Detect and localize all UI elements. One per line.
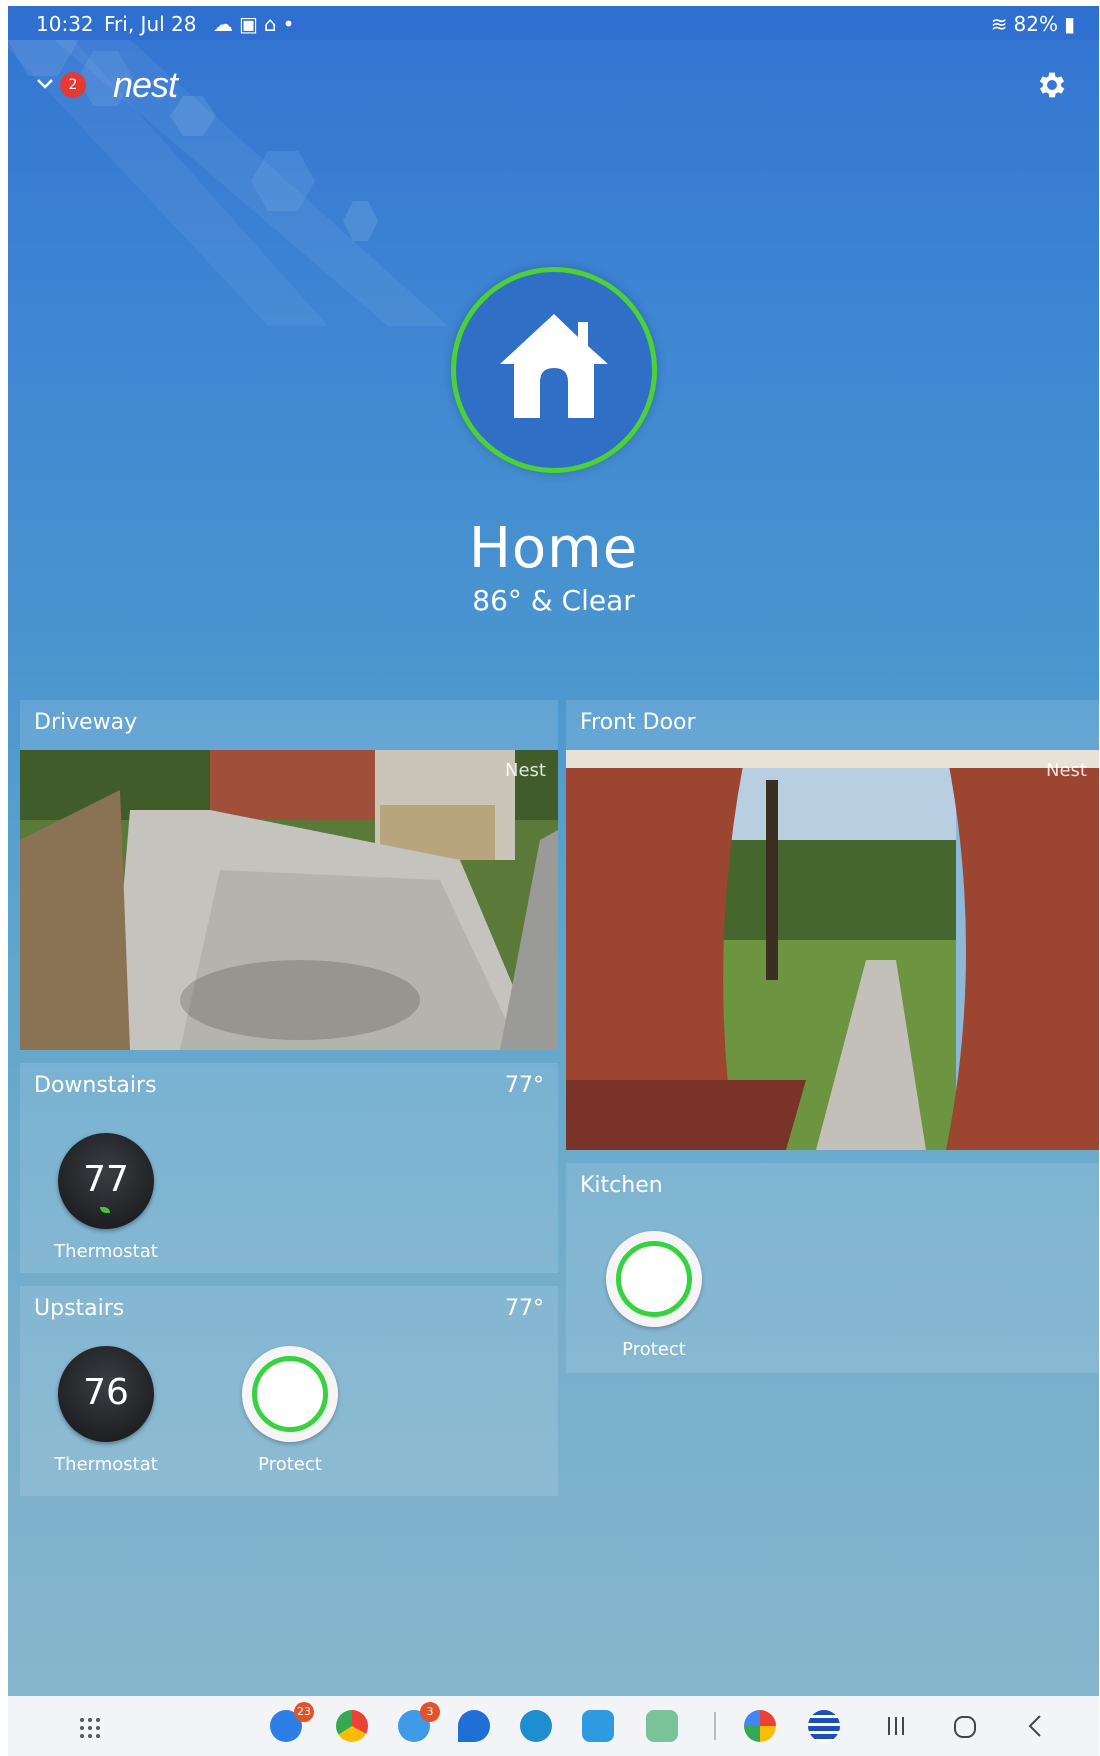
thermostat-value: 76	[83, 1372, 129, 1413]
gear-icon[interactable]	[1035, 68, 1069, 102]
thermostat-dial[interactable]: 76	[58, 1346, 154, 1442]
protect-device[interactable]	[242, 1346, 338, 1442]
nest-app-icon[interactable]	[646, 1710, 678, 1742]
battery-icon: ▮	[1063, 12, 1075, 36]
card-title: Driveway	[34, 710, 138, 735]
phone-app-icon[interactable]	[520, 1710, 552, 1742]
photos-icon[interactable]	[744, 1710, 776, 1742]
back-icon[interactable]	[1026, 1714, 1046, 1738]
leaf-icon	[100, 1207, 110, 1213]
home-notif-icon: ⌂	[263, 12, 277, 36]
camera-watermark: Nest	[1046, 760, 1087, 781]
card-driveway[interactable]: Driveway Nest	[20, 700, 558, 1050]
camera-watermark: Nest	[505, 760, 546, 781]
dock-divider	[714, 1712, 716, 1740]
front-door-camera-image	[566, 750, 1099, 1150]
status-bar: 10:32 Fri, Jul 28 ☁ ▣ ⌂ • ≋ 82% ▮	[8, 6, 1099, 40]
gallery-icon: ▣	[239, 12, 258, 36]
status-icons: ☁ ▣ ⌂ •	[213, 12, 294, 36]
front-door-camera-feed[interactable]: Nest	[566, 750, 1099, 1150]
card-kitchen[interactable]: Kitchen Protect	[566, 1163, 1099, 1373]
thermostat-dial[interactable]: 77	[58, 1133, 154, 1229]
status-time: 10:32	[36, 12, 94, 36]
thermostat-value: 77	[83, 1159, 129, 1200]
card-title: Upstairs	[34, 1296, 125, 1321]
protect-label: Protect	[258, 1454, 322, 1475]
protect-device[interactable]	[606, 1231, 702, 1327]
app-badge: 23	[294, 1702, 314, 1722]
home-title: Home	[468, 516, 639, 581]
notification-badge[interactable]: 2	[60, 72, 86, 98]
wifi-icon: ≋	[990, 12, 1008, 36]
card-temperature: 77°	[505, 1296, 544, 1321]
app-drawer-icon[interactable]	[78, 1716, 102, 1740]
card-front-door[interactable]: Front Door Nest	[566, 700, 1099, 1150]
battery-level: 82%	[1013, 12, 1058, 36]
card-title: Downstairs	[34, 1073, 157, 1098]
app-badge: 3	[420, 1702, 440, 1722]
dot-icon: •	[282, 12, 295, 36]
protect-label: Protect	[622, 1339, 686, 1360]
chevron-down-icon[interactable]	[36, 78, 54, 90]
app-header: 2 nest	[8, 56, 1099, 116]
thermostat-label: Thermostat	[54, 1454, 158, 1475]
recents-icon[interactable]	[884, 1714, 908, 1738]
home-icon	[500, 314, 608, 418]
cloud-icon: ☁	[213, 12, 233, 36]
card-temperature: 77°	[505, 1073, 544, 1098]
home-weather: 86° & Clear	[472, 584, 635, 617]
card-upstairs[interactable]: Upstairs 77° 76 Thermostat Protect	[20, 1286, 558, 1496]
globe-app-icon[interactable]	[808, 1710, 840, 1742]
nest-logo: nest	[113, 64, 178, 105]
nest-app-screen: 10:32 Fri, Jul 28 ☁ ▣ ⌂ • ≋ 82% ▮ 2 nest…	[8, 6, 1099, 1696]
home-status-button[interactable]	[451, 267, 657, 473]
driveway-camera-image	[20, 750, 558, 1050]
status-date: Fri, Jul 28	[104, 12, 197, 36]
card-downstairs[interactable]: Downstairs 77° 77 Thermostat	[20, 1063, 558, 1273]
card-title: Kitchen	[580, 1173, 663, 1198]
myq-icon[interactable]	[582, 1710, 614, 1742]
sun-rays-decoration	[8, 6, 448, 326]
driveway-camera-feed[interactable]: Nest	[20, 750, 558, 1050]
thermostat-label: Thermostat	[54, 1241, 158, 1262]
card-title: Front Door	[580, 710, 696, 735]
water-drop-icon[interactable]	[458, 1710, 490, 1742]
bottom-dock: 23 3	[8, 1696, 1099, 1756]
chrome-icon[interactable]	[336, 1710, 368, 1742]
status-right: ≋ 82% ▮	[991, 12, 1075, 36]
home-nav-icon[interactable]	[952, 1714, 978, 1740]
